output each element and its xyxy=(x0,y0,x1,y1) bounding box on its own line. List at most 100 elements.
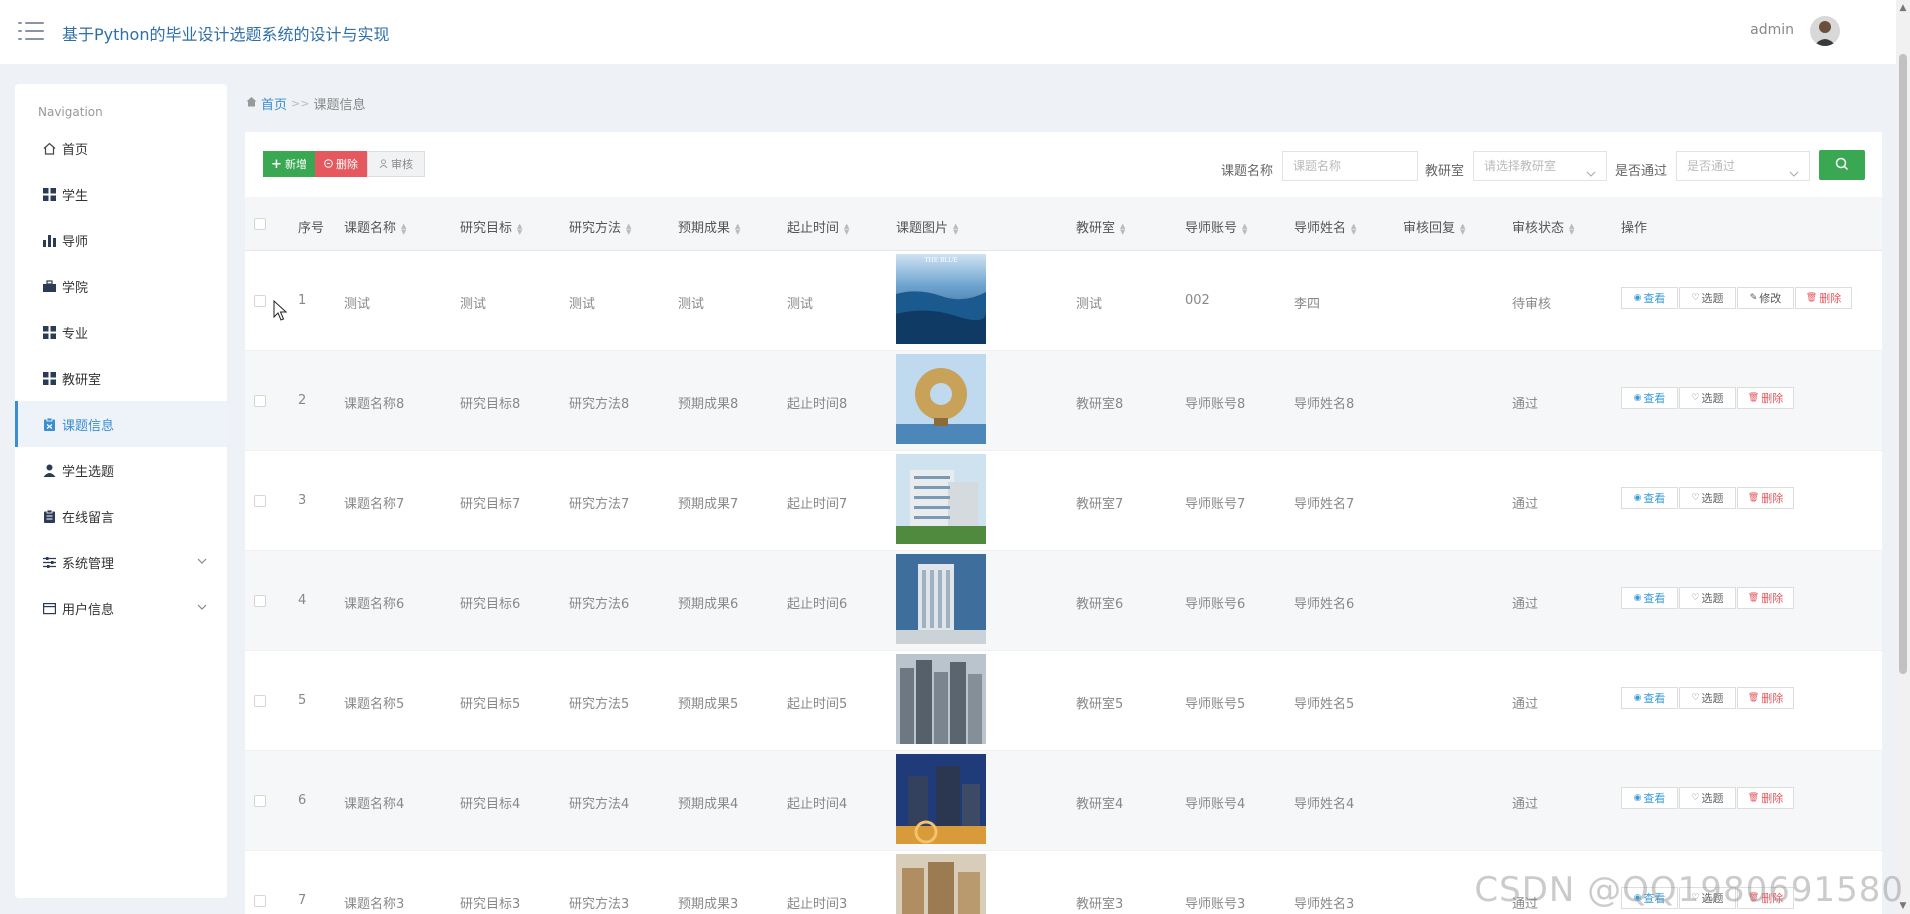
view-button-label: 查看 xyxy=(1643,692,1666,705)
heart-icon: ♡ xyxy=(1691,393,1700,403)
sidebar-item-teaching-room[interactable]: 教研室 xyxy=(15,355,227,401)
edit-button[interactable]: ✎ 修改 xyxy=(1737,287,1794,309)
column-header-sortable[interactable]: 起止时间 ▲ ▼ xyxy=(787,217,849,236)
delete-button[interactable]: 🗑 删除 xyxy=(1737,787,1794,809)
delete-button-label: 删除 xyxy=(1761,792,1784,805)
teaching-room-select-placeholder: 请选择教研室 xyxy=(1484,159,1557,173)
pick-button-label: 选题 xyxy=(1701,592,1724,605)
row-checkbox[interactable] xyxy=(254,695,266,707)
sidebar-item-college[interactable]: 学院 xyxy=(15,263,227,309)
view-button[interactable]: ◉ 查看 xyxy=(1621,587,1678,609)
topic-image[interactable] xyxy=(896,354,986,444)
topic-image[interactable] xyxy=(896,754,986,844)
batch-delete-button[interactable]: 删除 xyxy=(315,151,367,177)
sidebar-item-major[interactable]: 专业 xyxy=(15,309,227,355)
cell-room: 教研室6 xyxy=(1076,597,1124,612)
cell-method: 测试 xyxy=(569,297,596,312)
row-checkbox[interactable] xyxy=(254,395,266,407)
sort-icon: ▲ ▼ xyxy=(626,221,632,236)
row-checkbox[interactable] xyxy=(254,295,266,307)
sidebar-item-students[interactable]: 学生 xyxy=(15,171,227,217)
topic-image[interactable] xyxy=(896,854,986,914)
delete-button[interactable]: 🗑 删除 xyxy=(1737,487,1794,509)
table-row[interactable]: 6 课题名称4 研究目标4 研究方法4 预期成果4 起止时间4 教研室4 导师账号4 导师姓名4… xyxy=(245,751,1882,851)
view-button[interactable]: ◉ 查看 xyxy=(1621,787,1678,809)
topic-image[interactable] xyxy=(896,654,986,744)
view-button[interactable]: ◉ 查看 xyxy=(1621,487,1678,509)
sidebar-item-topics[interactable]: 课题信息 xyxy=(15,401,227,447)
select-all-checkbox[interactable] xyxy=(254,218,266,230)
topic-name-input[interactable] xyxy=(1282,151,1418,181)
pick-button[interactable]: ♡ 选题 xyxy=(1679,587,1736,609)
view-button-label: 查看 xyxy=(1643,292,1666,305)
sidebar-item-user-info[interactable]: 用户信息 xyxy=(15,585,227,631)
topic-image[interactable] xyxy=(896,554,986,644)
row-checkbox[interactable] xyxy=(254,795,266,807)
column-header-sortable[interactable]: 课题图片 ▲ ▼ xyxy=(896,217,958,236)
cell-status: 通过 xyxy=(1512,797,1539,812)
avatar[interactable] xyxy=(1810,16,1840,46)
column-header-sortable[interactable]: 研究方法 ▲ ▼ xyxy=(569,217,631,236)
cell-method: 研究方法7 xyxy=(569,497,630,512)
delete-button[interactable]: 🗑 删除 xyxy=(1737,687,1794,709)
topic-image[interactable] xyxy=(896,454,986,544)
column-header-sortable[interactable]: 审核回复 ▲ ▼ xyxy=(1403,217,1465,236)
cell-result: 测试 xyxy=(678,297,705,312)
row-checkbox[interactable] xyxy=(254,495,266,507)
sidebar-item-messages[interactable]: 在线留言 xyxy=(15,493,227,539)
breadcrumb-home-link[interactable]: 首页 xyxy=(261,94,287,113)
scrollbar-thumb[interactable] xyxy=(1899,54,1907,674)
sidebar-item-tutors[interactable]: 导师 xyxy=(15,217,227,263)
sidebar-item-student-topics[interactable]: 学生选题 xyxy=(15,447,227,493)
column-header-sortable[interactable]: 教研室 ▲ ▼ xyxy=(1076,217,1125,236)
cell-result: 预期成果6 xyxy=(678,597,739,612)
pick-button[interactable]: ♡ 选题 xyxy=(1679,487,1736,509)
column-header-sortable[interactable]: 导师账号 ▲ ▼ xyxy=(1185,217,1247,236)
sidebar-item-system[interactable]: 系统管理 xyxy=(15,539,227,585)
nav-heading: Navigation xyxy=(38,105,103,119)
table-row[interactable]: 2 课题名称8 研究目标8 研究方法8 预期成果8 起止时间8 教研室8 导师账号8 导师姓名8… xyxy=(245,351,1882,451)
audit-button[interactable]: 审核 xyxy=(367,151,425,177)
column-header-sortable[interactable]: 预期成果 ▲ ▼ xyxy=(678,217,740,236)
cell-name: 课题名称4 xyxy=(344,797,405,812)
view-button[interactable]: ◉ 查看 xyxy=(1621,687,1678,709)
user-name[interactable]: admin xyxy=(1750,22,1794,38)
teaching-room-select[interactable]: 请选择教研室 xyxy=(1473,151,1607,181)
sidebar-item-home[interactable]: 首页 xyxy=(15,125,227,171)
cell-period: 起止时间6 xyxy=(787,597,848,612)
pick-button-label: 选题 xyxy=(1701,692,1724,705)
eye-icon: ◉ xyxy=(1633,393,1642,403)
scrollbar[interactable]: ▲ ▼ xyxy=(1896,0,1910,914)
cell-tutor-id: 导师账号3 xyxy=(1185,897,1246,912)
cell-tutor-id: 导师账号6 xyxy=(1185,597,1246,612)
column-header-sortable[interactable]: 课题名称 ▲ ▼ xyxy=(344,217,406,236)
cell-tutor-name: 导师姓名7 xyxy=(1294,497,1355,512)
scroll-up-arrow-icon[interactable]: ▲ xyxy=(1898,3,1908,13)
delete-button[interactable]: 🗑 删除 xyxy=(1737,587,1794,609)
search-button[interactable] xyxy=(1819,150,1865,180)
table-row[interactable]: 3 课题名称7 研究目标7 研究方法7 预期成果7 起止时间7 教研室7 导师账号7 导师姓名7… xyxy=(245,451,1882,551)
column-header-sortable[interactable]: 导师姓名 ▲ ▼ xyxy=(1294,217,1356,236)
pass-filter-label: 是否通过 xyxy=(1615,164,1668,179)
delete-button[interactable]: 🗑 删除 xyxy=(1795,287,1852,309)
table-row[interactable]: 5 课题名称5 研究目标5 研究方法5 预期成果5 起止时间5 教研室5 导师账号5 导师姓名5… xyxy=(245,651,1882,751)
view-button[interactable]: ◉ 查看 xyxy=(1621,387,1678,409)
view-button[interactable]: ◉ 查看 xyxy=(1621,287,1678,309)
column-header-sortable[interactable]: 审核状态 ▲ ▼ xyxy=(1512,217,1574,236)
cell-tutor-name: 导师姓名6 xyxy=(1294,597,1355,612)
menu-toggle-icon[interactable] xyxy=(18,20,44,42)
table-row[interactable]: 1 测试 测试 测试 测试 测试 测试 002 李四 待审核 THE BLUE ◉ 查看 ♡ 选题 ✎ 修改 🗑 删… xyxy=(245,251,1882,351)
add-button[interactable]: + 新增 xyxy=(263,151,315,177)
table-row[interactable]: 4 课题名称6 研究目标6 研究方法6 预期成果6 起止时间6 教研室6 导师账号6 导师姓名6… xyxy=(245,551,1882,651)
pass-select[interactable]: 是否通过 xyxy=(1676,151,1810,181)
pick-button[interactable]: ♡ 选题 xyxy=(1679,287,1736,309)
cell-result: 预期成果5 xyxy=(678,697,739,712)
delete-button[interactable]: 🗑 删除 xyxy=(1737,387,1794,409)
row-checkbox[interactable] xyxy=(254,895,266,907)
pick-button[interactable]: ♡ 选题 xyxy=(1679,387,1736,409)
topic-image[interactable]: THE BLUE xyxy=(896,254,986,344)
pick-button[interactable]: ♡ 选题 xyxy=(1679,787,1736,809)
pick-button[interactable]: ♡ 选题 xyxy=(1679,687,1736,709)
row-checkbox[interactable] xyxy=(254,595,266,607)
column-header-sortable[interactable]: 研究目标 ▲ ▼ xyxy=(460,217,522,236)
